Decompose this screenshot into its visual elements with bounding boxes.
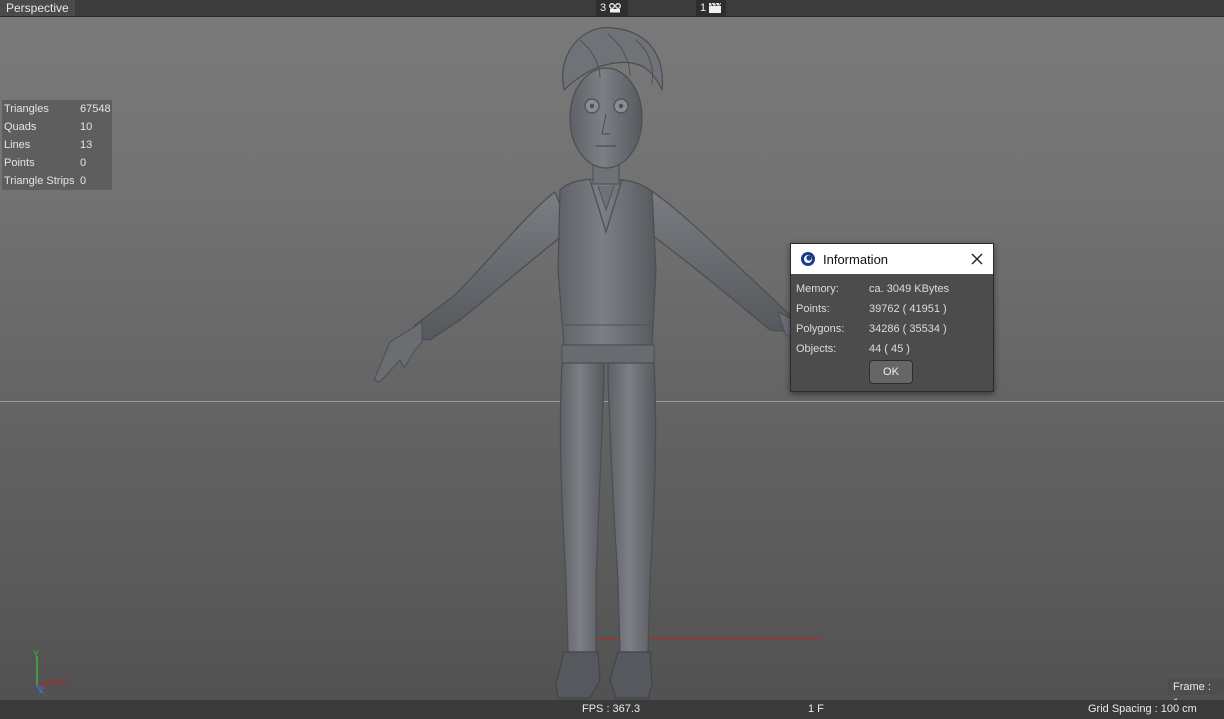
stats-value: 0 (80, 175, 87, 187)
ok-button[interactable]: OK (869, 360, 913, 384)
stats-label: Quads (4, 121, 37, 133)
character-model[interactable] (360, 20, 820, 705)
fps-readout: FPS : 367.3 (582, 703, 641, 715)
info-row: Polygons: 34286 ( 35534 ) (791, 319, 993, 339)
axis-z-label: Z (39, 685, 45, 694)
stats-row: Points 0 (2, 154, 112, 172)
current-frame-readout: 1 F (808, 703, 824, 715)
stats-row: Lines 13 (2, 136, 112, 154)
info-label: Objects: (796, 343, 837, 355)
stats-value: 0 (80, 157, 87, 169)
close-icon (971, 253, 983, 265)
info-label: Polygons: (796, 323, 845, 335)
stats-value: 10 (80, 121, 93, 133)
stats-label: Triangle Strips (4, 175, 75, 187)
viewport-status-bar: FPS : 367.3 1 F Grid Spacing : 100 cm (0, 700, 1224, 719)
grid-spacing-readout: Grid Spacing : 100 cm (1088, 703, 1197, 715)
stats-label: Lines (4, 139, 31, 151)
dialog-title-bar[interactable]: Information (791, 244, 993, 274)
take-count: 1 (700, 2, 707, 14)
take-indicator[interactable]: 1 (696, 0, 727, 16)
camera-icon (609, 3, 622, 13)
camera-count: 3 (600, 2, 607, 14)
dialog-body: Memory: ca. 3049 KBytes Points: 39762 ( … (791, 274, 993, 359)
axis-x-label: X (60, 677, 66, 687)
view-title[interactable]: Perspective (0, 0, 75, 16)
viewport-header: Perspective 3 1 (0, 0, 1224, 17)
info-row: Memory: ca. 3049 KBytes (791, 279, 993, 299)
dialog-title: Information (823, 251, 889, 267)
stats-label: Points (4, 157, 35, 169)
cinema4d-logo-icon (801, 252, 815, 266)
polygon-stats-panel: Triangles 67548 Quads 10 Lines 13 Points… (2, 100, 112, 190)
info-row: Points: 39762 ( 41951 ) (791, 299, 993, 319)
axis-gizmo: Y X Z (33, 649, 66, 694)
frame-indicator: Frame : 1 (1168, 679, 1224, 709)
close-button[interactable] (967, 249, 987, 269)
stats-label: Triangles (4, 103, 49, 115)
info-value: 34286 ( 35534 ) (869, 323, 947, 335)
info-label: Memory: (796, 283, 839, 295)
axis-y-label: Y (33, 649, 39, 659)
info-label: Points: (796, 303, 830, 315)
stats-value: 13 (80, 139, 93, 151)
stats-value: 67548 (80, 103, 111, 115)
viewport-3d[interactable]: Perspective 3 1 Triangles 67548 Quads 10… (0, 0, 1224, 719)
information-dialog[interactable]: Information Memory: ca. 3049 KBytes Poin… (790, 243, 994, 392)
clapper-icon (709, 2, 722, 13)
stats-row: Triangles 67548 (2, 100, 112, 118)
info-value: 39762 ( 41951 ) (869, 303, 947, 315)
stats-row: Triangle Strips 0 (2, 172, 112, 190)
camera-count-indicator[interactable]: 3 (596, 0, 629, 16)
stats-row: Quads 10 (2, 118, 112, 136)
info-value: 44 ( 45 ) (869, 343, 910, 355)
info-value: ca. 3049 KBytes (869, 283, 950, 295)
info-row: Objects: 44 ( 45 ) (791, 339, 993, 359)
